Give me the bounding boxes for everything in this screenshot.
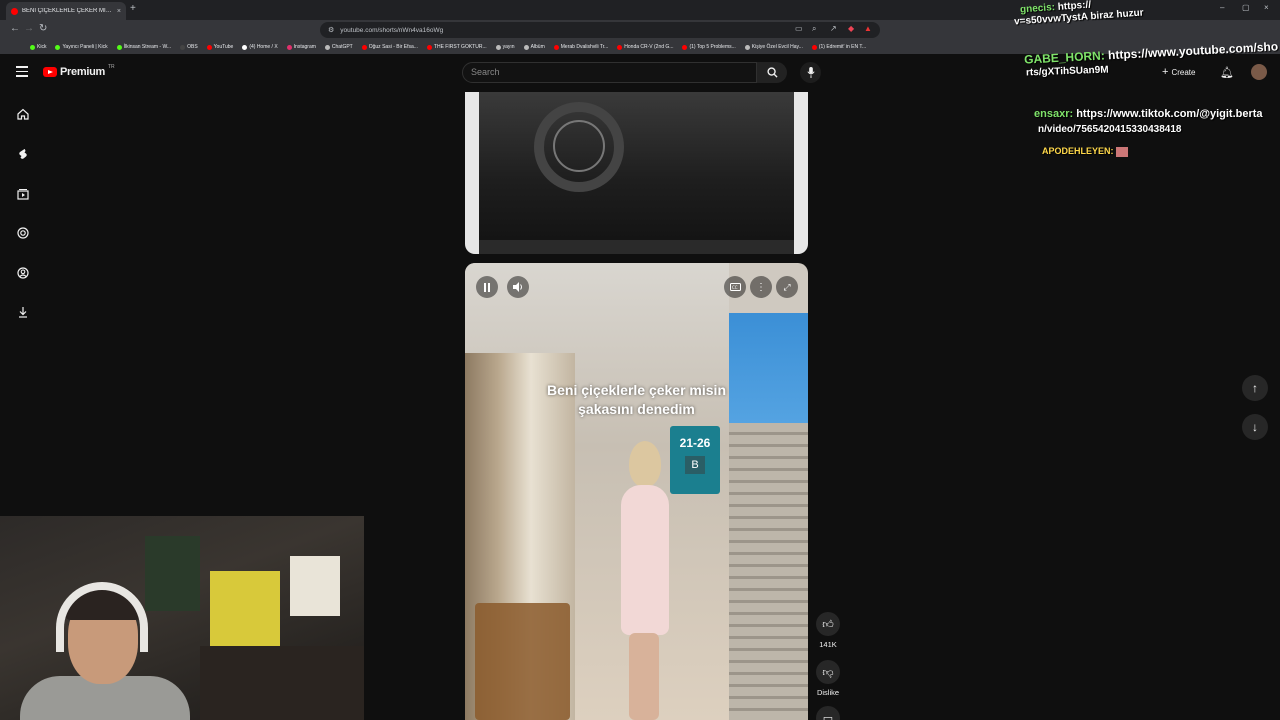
stream-chat-overlay: gnecis: https:// v=s50vvwTystA biraz huz… (1012, 0, 1280, 170)
headphones (56, 582, 148, 652)
zoom-icon[interactable]: ⌕ (812, 24, 816, 34)
bookmark[interactable]: OBS (180, 44, 198, 50)
site-info-icon[interactable]: ⚙ (328, 26, 334, 34)
fullscreen-button[interactable]: ⤢ (776, 276, 798, 298)
video-chair (475, 603, 570, 720)
account-icon[interactable] (16, 266, 30, 280)
previous-short-video[interactable] (465, 92, 808, 254)
room-number: 21-26 (679, 436, 711, 450)
bookmark[interactable]: Instagram (286, 44, 316, 50)
like-count: 141K (819, 640, 837, 649)
voice-search-button[interactable] (800, 62, 821, 83)
arrow-down-icon: ↓ (1252, 420, 1258, 434)
video-stairs (729, 423, 808, 720)
home-icon[interactable] (16, 107, 30, 121)
bookmark[interactable]: (1) Top 5 Problems... (682, 44, 736, 50)
arrow-up-icon: ↑ (1252, 381, 1258, 395)
comments-button[interactable]: ▭ (814, 706, 842, 720)
next-short-button[interactable]: ↓ (1242, 414, 1268, 440)
shorts-icon[interactable] (16, 147, 30, 161)
chat-message: rts/gXTihSUan9M (1025, 64, 1109, 79)
bookmark[interactable]: (4) Home / X (242, 44, 278, 50)
subscriptions-icon[interactable] (16, 187, 30, 201)
browser-tab[interactable]: BENİ ÇİÇEKLERLE ÇEKER MİSİN × (6, 2, 126, 20)
you-icon[interactable] (16, 226, 30, 240)
emote-icon (1116, 146, 1129, 157)
bookmark[interactable]: Honda CR-V (2nd G... (617, 44, 673, 50)
new-tab-button[interactable]: + (130, 3, 136, 14)
volume-icon (512, 282, 522, 292)
chat-message: GABE_HORN: https://www.youtube.com/sho (1023, 39, 1279, 67)
more-vert-icon: ⋮ (756, 281, 766, 293)
thumbs-up-icon: 👍︎ (816, 612, 840, 636)
comment-icon: ▭ (816, 706, 840, 720)
video-person (613, 441, 677, 720)
chat-message: APODEHLEYEN: (1042, 146, 1129, 157)
chat-message: n/video/7565420415330438418 (1038, 124, 1182, 135)
bookmark[interactable]: THE FIRST GOKTUR... (426, 44, 487, 50)
dislike-button[interactable]: 👎︎ Dislike (814, 660, 842, 697)
share-icon[interactable]: ↗ (830, 24, 837, 33)
search-button[interactable] (757, 62, 787, 83)
microphone-icon (806, 67, 815, 78)
bookmark[interactable]: Kick (30, 44, 46, 50)
mercedes-logo-icon (553, 120, 605, 172)
captions-button[interactable]: CC (724, 276, 746, 298)
back-icon[interactable]: ← (10, 23, 20, 34)
room-number-sign: 21-26 B (670, 426, 720, 494)
volume-button[interactable] (507, 276, 529, 298)
bookmark[interactable]: ChatGPT (324, 44, 353, 50)
captions-icon: CC (729, 283, 741, 291)
like-button[interactable]: 👍︎ 141K (814, 612, 842, 649)
webcam-overlay (0, 516, 364, 720)
youtube-play-icon (43, 67, 57, 77)
reload-icon[interactable]: ↻ (39, 23, 47, 34)
tab-title: BENİ ÇİÇEKLERLE ÇEKER MİSİN (22, 8, 113, 14)
previous-short-button[interactable]: ↑ (1242, 375, 1268, 401)
wall-poster (290, 556, 340, 616)
video-border (465, 92, 479, 254)
bookmark[interactable]: (1) Edremit' in EN T... (811, 44, 866, 50)
video-caption: Beni çiçeklerle çeker misin şakasını den… (547, 382, 726, 417)
wall-poster (145, 536, 200, 611)
search-icon (766, 67, 778, 78)
pause-icon (484, 282, 490, 292)
bookmark[interactable]: Merab Dvalishvili Tr... (553, 44, 608, 50)
more-options-button[interactable]: ⋮ (750, 276, 772, 298)
thumbs-down-icon: 👎︎ (816, 660, 840, 684)
bookmark[interactable]: İlkinsan Stream - W... (116, 44, 171, 50)
current-short-video[interactable]: 21-26 B Beni çiçeklerle çeker misin şaka… (465, 263, 808, 720)
youtube-favicon-icon (11, 7, 18, 15)
downloads-icon[interactable] (16, 305, 30, 319)
cast-icon[interactable]: ▭ (795, 24, 803, 33)
bookmark[interactable]: YouTube (206, 44, 233, 50)
menu-icon[interactable] (16, 66, 28, 80)
bookmark-folder[interactable]: Albüm (523, 44, 545, 50)
svg-text:CC: CC (732, 285, 738, 290)
extension-icon[interactable]: ◆ (848, 24, 854, 33)
bookmark[interactable]: Yayıncı Paneli | Kick (55, 44, 108, 50)
youtube-logo[interactable]: Premium TR (43, 64, 115, 78)
address-url: youtube.com/shorts/nWn4va16oWg (340, 26, 444, 34)
building-letter: B (685, 456, 705, 474)
search-input[interactable]: Search (462, 62, 757, 83)
tab-close-icon[interactable]: × (117, 8, 121, 15)
bookmark[interactable]: Kişiye Özel Evcil Hay... (744, 44, 803, 50)
dislike-label: Dislike (816, 688, 840, 697)
fullscreen-icon: ⤢ (783, 281, 791, 292)
pause-button[interactable] (476, 276, 498, 298)
bookmark[interactable]: Oğuz Sasi - Bir Efsa... (361, 44, 418, 50)
video-border (794, 92, 808, 254)
bookmark-folder[interactable]: yayın (495, 44, 515, 50)
car-steering-wheel-frame (479, 92, 794, 240)
shelf (200, 646, 364, 720)
extension-2-icon[interactable]: ▲ (864, 24, 872, 33)
forward-icon[interactable]: → (24, 23, 34, 34)
chat-message: ensaxr: https://www.tiktok.com/@yigit.be… (1034, 108, 1263, 120)
